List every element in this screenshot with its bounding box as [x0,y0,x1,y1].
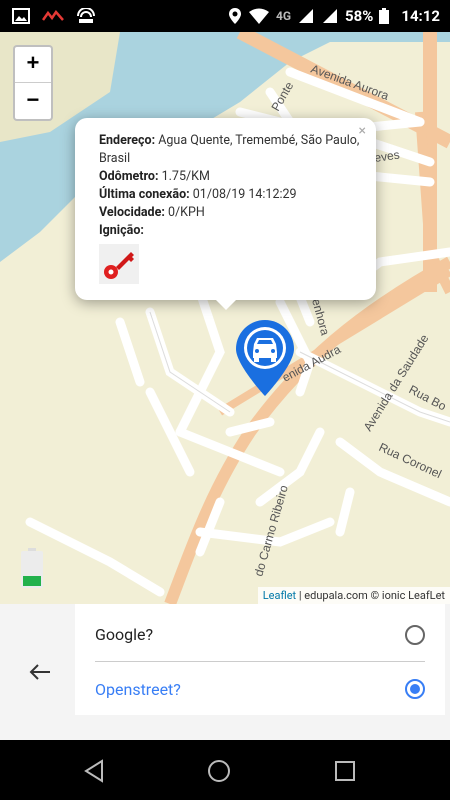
zoom-out-button[interactable]: − [15,83,51,119]
back-button[interactable] [22,656,58,688]
battery-icon [379,8,390,24]
wifi-icon [248,8,269,24]
odometer-value: 1.75/KM [161,169,210,184]
option-openstreet[interactable]: Openstreet? [95,662,425,716]
hotspot-icon [77,8,95,23]
car-marker-icon[interactable] [234,318,296,398]
leaflet-link[interactable]: Leaflet [263,589,296,602]
location-icon [228,8,241,24]
network-type: 4G [275,9,292,23]
popup-tip [212,296,240,310]
nav-home-icon[interactable] [206,758,232,784]
option-google[interactable]: Google? [95,608,425,662]
street-label: eves [373,148,400,165]
option-google-label: Google? [95,625,154,644]
vehicle-battery-icon [21,548,43,588]
layer-selector-panel: Google? Openstreet? [0,604,450,740]
street-label: Avenida da Saudade [361,332,432,434]
nav-back-icon[interactable] [82,758,108,784]
zoom-in-button[interactable]: + [15,47,51,83]
vehicle-info-popup: × Endereço: Agua Quente, Tremembé, São P… [75,118,376,300]
status-bar: 4G 58% 14:12 [0,0,450,32]
arrow-left-icon [29,664,50,680]
android-nav-bar [0,740,450,800]
map-view[interactable]: Avenida Aurora Ponte eves enhora enida A… [0,32,450,604]
app-notification-icon [42,9,64,21]
image-icon [12,8,30,24]
odometer-label: Odômetro: [99,169,159,184]
attribution-text: | edupala.com © ionic LeafLet [296,589,445,602]
clock: 14:12 [401,7,440,25]
ignition-label: Ignição: [99,223,144,238]
zoom-control: + − [13,45,53,121]
map-attribution: Leaflet | edupala.com © ionic LeafLet [257,587,450,604]
signal-icon [299,9,314,23]
speed-label: Velocidade: [99,205,165,220]
last-connection-label: Última conexão: [99,187,190,202]
option-openstreet-label: Openstreet? [95,679,181,699]
radio-openstreet[interactable] [405,679,425,699]
speed-value: 0/KPH [167,205,205,220]
last-connection-value: 01/08/19 14:12:29 [192,187,297,202]
layer-options: Google? Openstreet? [75,604,445,715]
nav-recents-icon[interactable] [332,758,358,784]
address-label: Endereço: [99,133,156,148]
battery-percent: 58% [345,7,374,25]
signal-2-icon [323,9,338,23]
radio-google[interactable] [405,625,425,645]
ignition-key-icon [99,244,139,284]
popup-close-button[interactable]: × [359,122,366,140]
